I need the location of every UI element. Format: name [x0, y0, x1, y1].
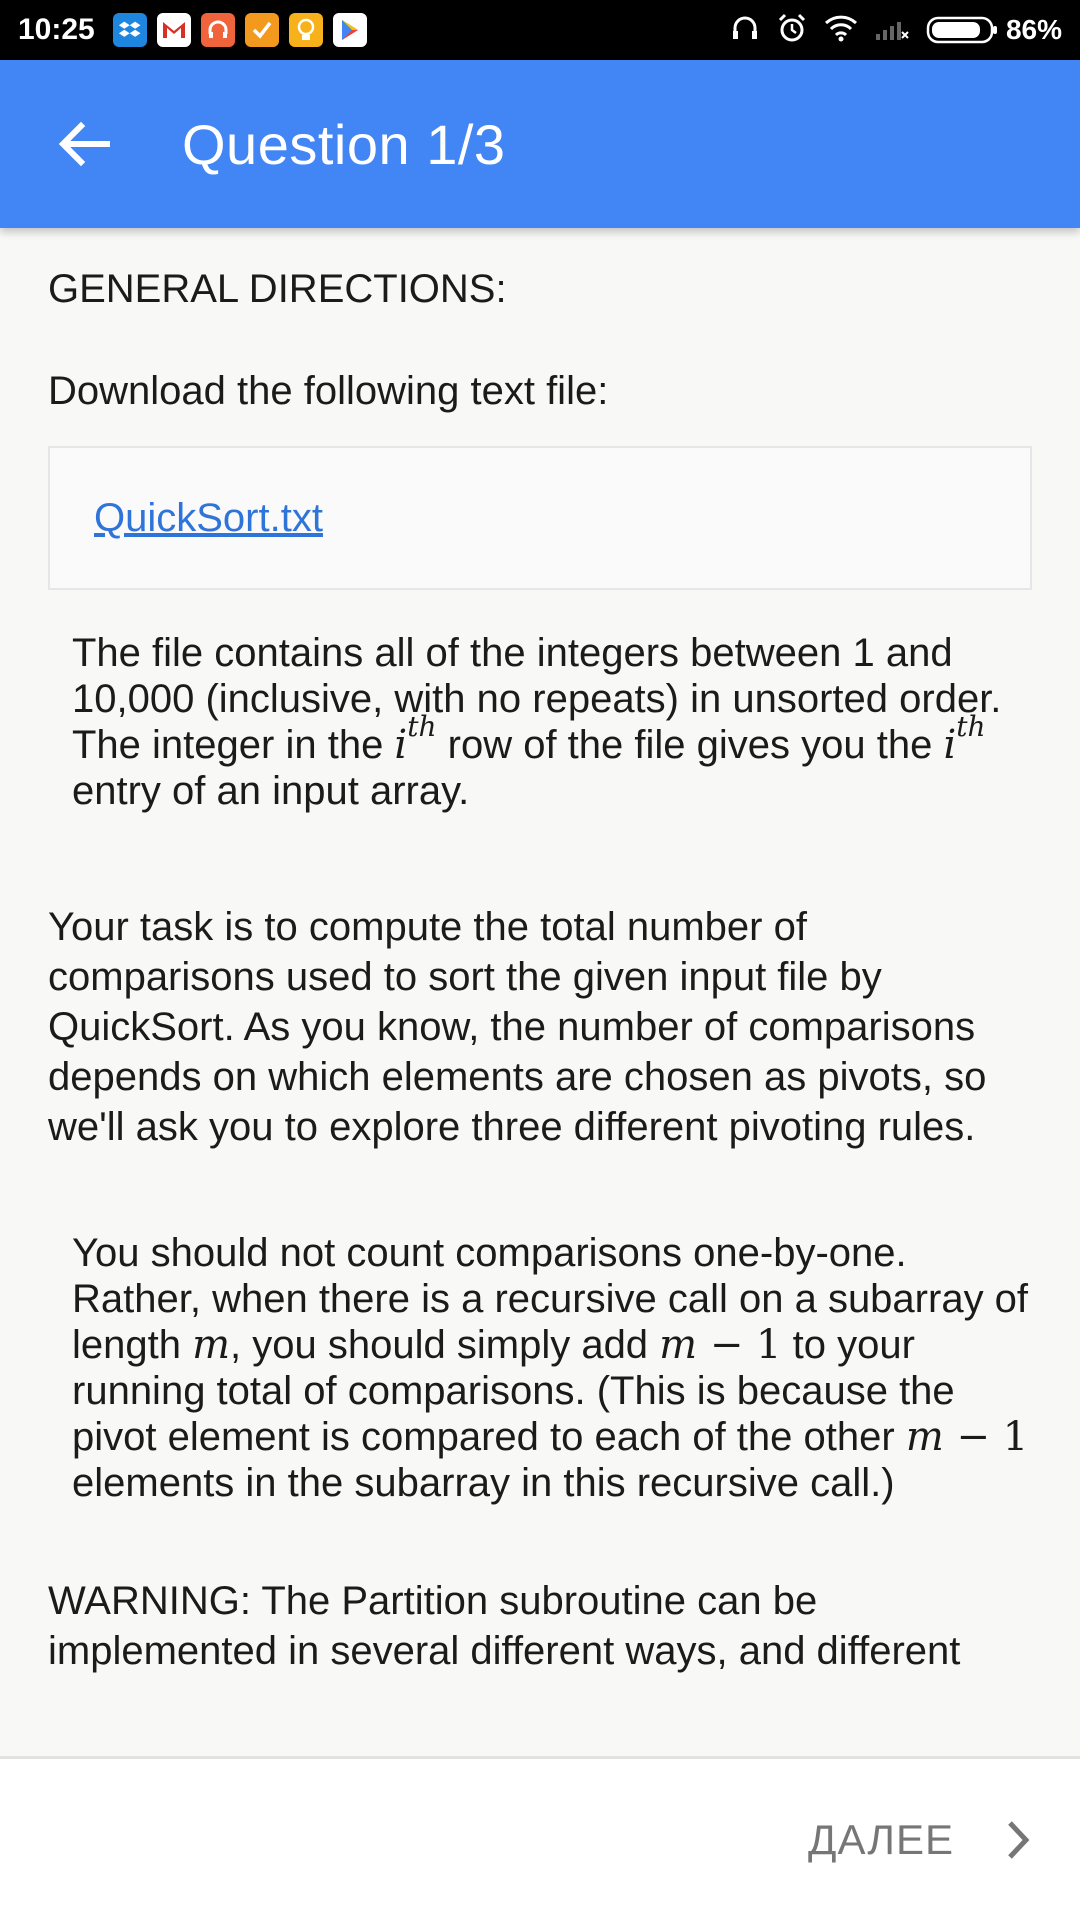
page-title: Question 1/3: [182, 112, 506, 176]
file-description-text-2: row of the file gives you the: [436, 723, 944, 767]
status-bar: 10:25 86%: [0, 0, 1080, 60]
next-button-label: ДАЛЕЕ: [808, 1815, 954, 1863]
chevron-right-icon: [1008, 1820, 1030, 1859]
wifi-icon: [824, 14, 858, 47]
download-intro: Download the following text file:: [48, 369, 609, 413]
counting-note: You should not count comparisons one-by-…: [48, 1230, 1032, 1506]
gmail-icon: [156, 13, 191, 47]
warning-paragraph: WARNING: The Partition subroutine can be…: [48, 1579, 961, 1673]
signal-icon: [874, 14, 910, 47]
counting-note-text-2: , you should simply add: [230, 1323, 660, 1367]
dropbox-icon: [112, 13, 147, 47]
status-right: 86%: [730, 12, 1062, 49]
math-th: th: [407, 710, 437, 743]
math-th: th: [956, 710, 986, 743]
headphones-app-icon: [200, 13, 235, 47]
arrow-left-icon: [58, 121, 110, 167]
todo-app-icon: [244, 13, 279, 47]
file-description: The file contains all of the integers be…: [48, 630, 1032, 814]
counting-note-text-4: elements in the subarray in this recursi…: [72, 1461, 895, 1505]
play-store-icon: [332, 13, 367, 47]
math-m: m: [905, 1414, 944, 1460]
alarm-icon: [776, 12, 808, 49]
app-bar: Question 1/3: [0, 60, 1080, 228]
directions-heading: GENERAL DIRECTIONS:: [48, 267, 507, 311]
file-attachment-box: QuickSort.txt: [48, 446, 1032, 590]
battery-percent: 86%: [1005, 14, 1062, 45]
battery-indicator: 86%: [926, 14, 1062, 46]
math-i: i: [394, 722, 408, 768]
math-minus-one: − 1: [943, 1414, 1029, 1460]
math-minus-one: − 1: [697, 1322, 782, 1368]
math-i: i: [943, 722, 957, 768]
math-m: m: [192, 1322, 231, 1368]
bottom-navigation-bar: ДАЛЕЕ: [0, 1756, 1080, 1920]
task-paragraph: Your task is to compute the total number…: [48, 905, 987, 1149]
quicksort-file-link[interactable]: QuickSort.txt: [94, 493, 323, 543]
file-description-text-3: entry of an input array.: [72, 769, 470, 813]
math-m: m: [659, 1322, 698, 1368]
notification-icons: [112, 13, 367, 47]
status-time: 10:25: [18, 13, 95, 46]
question-content[interactable]: GENERAL DIRECTIONS: Download the followi…: [0, 228, 1080, 1756]
battery-icon: [926, 16, 997, 44]
lightbulb-app-icon: [288, 13, 323, 47]
next-button[interactable]: ДАЛЕЕ: [808, 1790, 1032, 1890]
back-button[interactable]: [42, 102, 126, 186]
headphones-icon: [730, 13, 760, 48]
